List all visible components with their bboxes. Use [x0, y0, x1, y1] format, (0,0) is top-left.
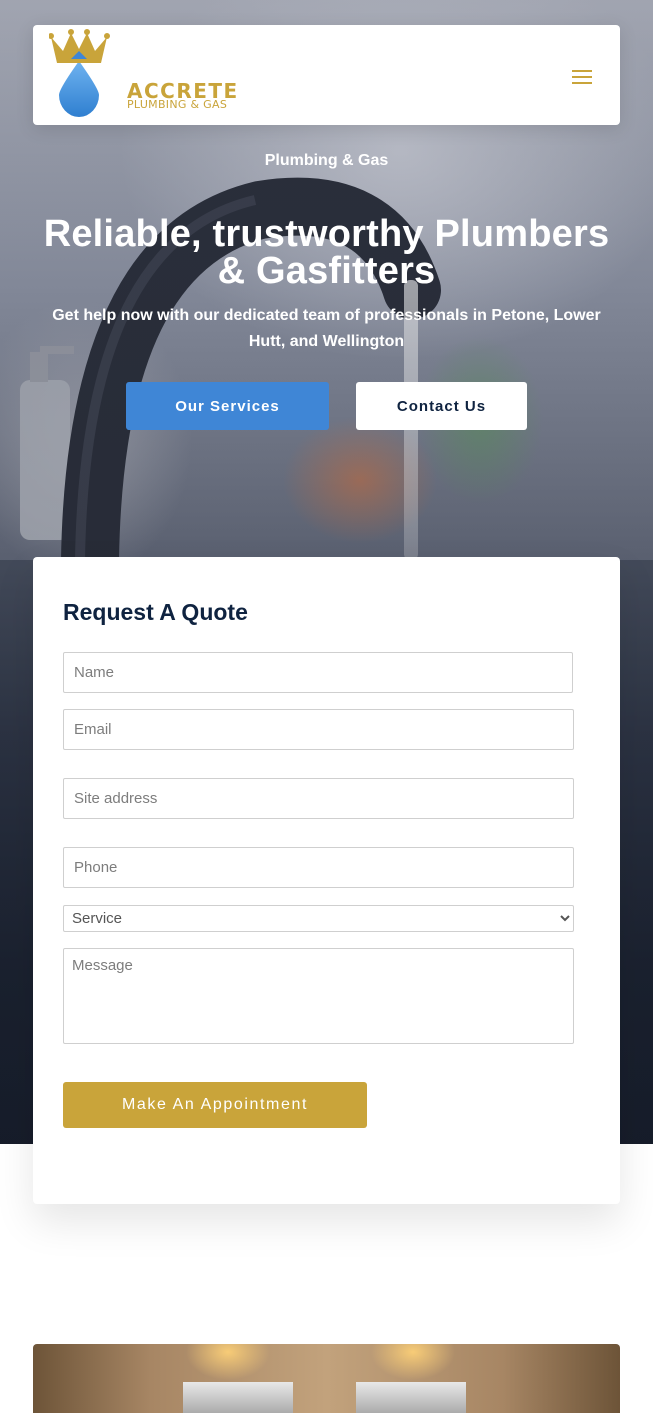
site-header: ACCRETE PLUMBING & GAS	[33, 25, 620, 125]
email-input[interactable]	[63, 709, 574, 750]
quote-form-title: Request A Quote	[63, 599, 248, 625]
hero-subheadline: Get help now with our dedicated team of …	[52, 307, 601, 350]
contact-us-button[interactable]: Contact Us	[356, 382, 527, 430]
message-textarea[interactable]	[63, 948, 574, 1044]
name-input[interactable]	[63, 652, 573, 693]
make-appointment-button[interactable]: Make An Appointment	[63, 1082, 367, 1128]
service-select[interactable]: Service	[63, 905, 574, 932]
hero-headline: Reliable, trustworthy Plumbers & Gasfitt…	[43, 213, 610, 292]
sink-fixture-right	[356, 1382, 466, 1413]
site-address-input[interactable]	[63, 778, 574, 819]
bathroom-image	[33, 1344, 620, 1413]
logo-tagline: PLUMBING & GAS	[127, 98, 228, 111]
hamburger-menu-icon[interactable]	[572, 67, 594, 85]
our-services-button[interactable]: Our Services	[126, 382, 329, 430]
accrete-logo[interactable]: ACCRETE PLUMBING & GAS	[49, 29, 237, 121]
quote-form-card: Request A Quote Service Make An Appointm…	[33, 557, 620, 1204]
droplet-crown-icon	[49, 29, 110, 117]
phone-input[interactable]	[63, 847, 574, 888]
sink-fixture-left	[183, 1382, 293, 1413]
hero-eyebrow: Plumbing & Gas	[264, 152, 389, 169]
